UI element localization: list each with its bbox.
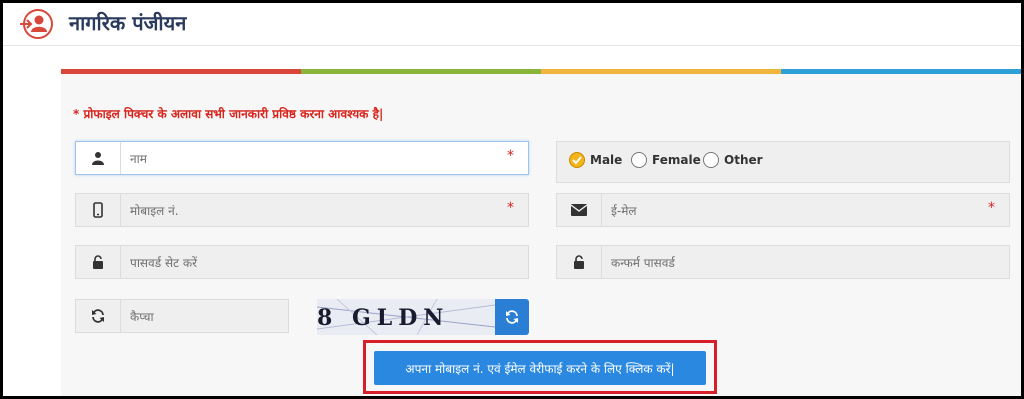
registration-window: नागरिक पंजीयन * प्रोफाइल पिक्चर के अलावा… <box>0 0 1024 399</box>
verify-mobile-email-button[interactable]: अपना मोबाइल नं. एवं ईमेल वेरीफाई करने के… <box>374 351 706 385</box>
mobile-phone-icon <box>76 194 121 226</box>
password-field[interactable]: पासवर्ड सेट करें <box>75 245 529 279</box>
page-title: नागरिक पंजीयन <box>69 11 187 35</box>
email-placeholder: ई-मेल <box>611 204 637 218</box>
check-icon <box>569 152 585 168</box>
captcha-refresh-button[interactable] <box>495 299 529 335</box>
gender-female-radio[interactable]: Female <box>631 152 701 168</box>
required-mark: * <box>507 200 514 216</box>
gender-female-label: Female <box>652 153 701 167</box>
gender-male-label: Male <box>590 153 623 167</box>
gender-other-radio[interactable]: Other <box>703 152 763 168</box>
header-divider <box>3 45 1021 46</box>
captcha-field[interactable]: कैप्चा <box>75 299 289 333</box>
radio-circle-icon <box>703 152 719 168</box>
unlock-icon <box>76 246 121 278</box>
unlock-icon <box>557 246 602 278</box>
gender-male-radio[interactable]: Male <box>569 152 622 168</box>
mobile-placeholder: मोबाइल नं. <box>130 204 179 218</box>
password-placeholder: पासवर्ड सेट करें <box>130 256 198 270</box>
envelope-icon <box>557 194 602 226</box>
verify-button-highlight: अपना मोबाइल नं. एवं ईमेल वेरीफाई करने के… <box>363 340 717 394</box>
page-header: नागरिक पंजीयन <box>3 3 1021 43</box>
registration-form: * प्रोफाइल पिक्चर के अलावा सभी जानकारी प… <box>61 69 1021 396</box>
captcha-image: 8 GLDN <box>317 299 495 335</box>
radio-circle-icon <box>631 152 647 168</box>
user-icon <box>76 142 121 174</box>
name-placeholder: नाम <box>130 152 147 166</box>
user-register-icon <box>20 9 53 39</box>
refresh-icon <box>76 300 121 332</box>
confirm-password-placeholder: कन्फर्म पासवर्ड <box>611 256 675 270</box>
mobile-field[interactable]: मोबाइल नं. * <box>75 193 529 227</box>
captcha-text: 8 GLDN <box>317 305 450 331</box>
name-field[interactable]: नाम * <box>75 141 529 175</box>
required-mark: * <box>507 148 514 164</box>
refresh-icon <box>506 310 518 324</box>
email-field[interactable]: ई-मेल * <box>556 193 1010 227</box>
required-notice: * प्रोफाइल पिक्चर के अलावा सभी जानकारी प… <box>73 107 384 121</box>
confirm-password-field[interactable]: कन्फर्म पासवर्ड <box>556 245 1010 279</box>
gender-radio-group: Male Female Other <box>556 141 1010 183</box>
required-mark: * <box>988 200 995 216</box>
gender-other-label: Other <box>724 153 763 167</box>
captcha-placeholder: कैप्चा <box>130 310 154 324</box>
color-strip <box>61 69 1021 74</box>
